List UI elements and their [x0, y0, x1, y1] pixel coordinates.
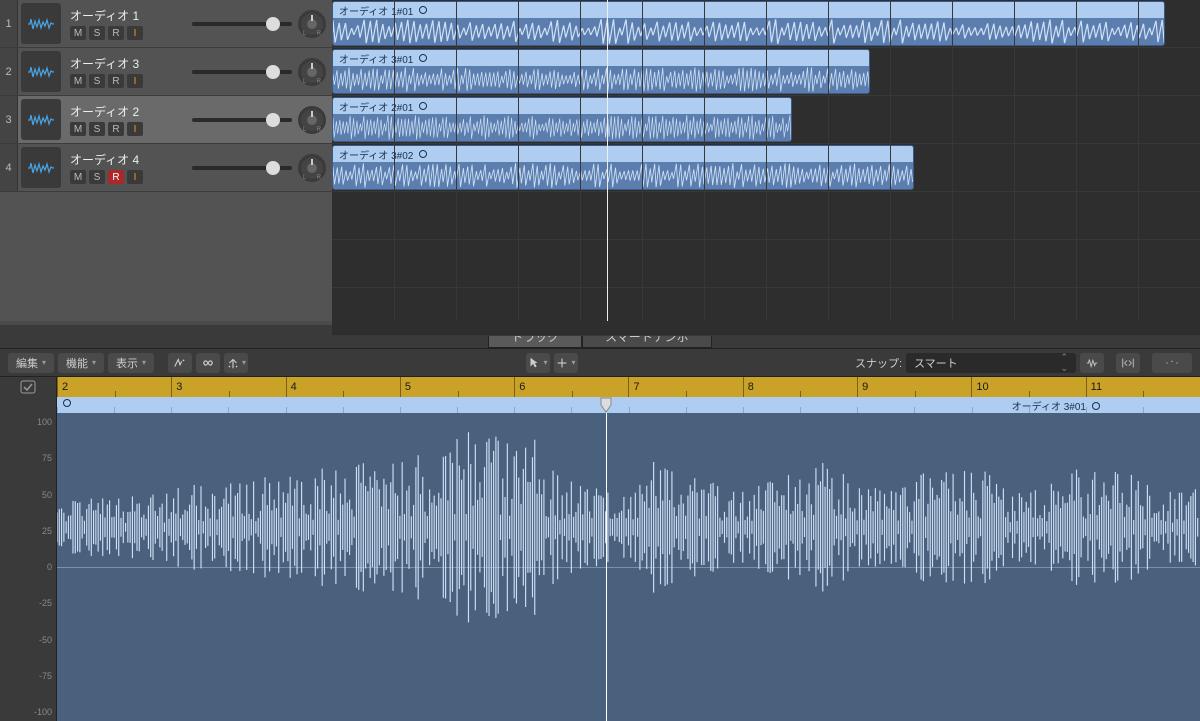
ruler-bar[interactable]: 3: [171, 377, 285, 397]
region-name-label: オーディオ 3#01: [339, 51, 413, 66]
ruler-bar[interactable]: 2: [57, 377, 171, 397]
playhead-marker-icon[interactable]: [600, 397, 612, 413]
waveform-display[interactable]: [57, 413, 1200, 721]
region-name-label: オーディオ 2#01: [339, 99, 413, 114]
input-monitor-button[interactable]: I: [127, 74, 143, 88]
mute-button[interactable]: M: [70, 74, 86, 88]
ruler-bar[interactable]: 9: [857, 377, 971, 397]
solo-button[interactable]: S: [89, 170, 105, 184]
loop-marker-icon: [1092, 402, 1100, 410]
track-row[interactable]: 3 オーディオ 2 M S R I LR: [0, 96, 332, 144]
menu-edit-label: 編集: [16, 355, 38, 371]
track-number: 1: [0, 0, 18, 47]
track-name-label[interactable]: オーディオ 3: [70, 55, 192, 72]
audio-region[interactable]: オーディオ 3#01: [332, 49, 870, 94]
track-name-label[interactable]: オーディオ 1: [70, 7, 192, 24]
track-name-label[interactable]: オーディオ 4: [70, 151, 192, 168]
region-area[interactable]: オーディオ 1#01 オーディオ 3#01 オーディオ 2#01 オーディオ 3…: [332, 0, 1200, 321]
playhead[interactable]: [606, 413, 607, 721]
tool-waveform-zoom-icon[interactable]: [1080, 353, 1104, 373]
input-monitor-button[interactable]: I: [127, 26, 143, 40]
menu-view-label: 表示: [116, 355, 138, 371]
audio-editor: トラック スマートテンポ 編集▾ 機能▾ 表示▾ ▾ ▾ ▾ スナップ: スマー…: [0, 325, 1200, 721]
record-arm-button[interactable]: R: [108, 74, 124, 88]
track-name-label[interactable]: オーディオ 2: [70, 103, 192, 120]
solo-button[interactable]: S: [89, 74, 105, 88]
ruler-bar[interactable]: 7: [628, 377, 742, 397]
snap-label: スナップ:: [855, 355, 902, 371]
track-number: 2: [0, 48, 18, 95]
tool-zoom-fit-h-icon[interactable]: [1116, 353, 1140, 373]
ruler-bar[interactable]: 10: [971, 377, 1085, 397]
record-arm-button[interactable]: R: [108, 26, 124, 40]
playhead[interactable]: [607, 0, 608, 321]
menu-function-label: 機能: [66, 355, 88, 371]
track-row[interactable]: 4 オーディオ 4 M S R I LR: [0, 144, 332, 192]
track-type-icon[interactable]: [21, 147, 61, 188]
tool-zoom-h-icon[interactable]: [1152, 353, 1192, 373]
amplitude-scale: 1007550250-25-50-75-100: [0, 413, 57, 721]
pan-knob[interactable]: LR: [298, 10, 326, 38]
volume-slider[interactable]: [192, 166, 292, 170]
pan-knob[interactable]: LR: [298, 58, 326, 86]
mute-button[interactable]: M: [70, 170, 86, 184]
tool-marker-icon[interactable]: ▾: [224, 353, 248, 373]
ruler-bar[interactable]: 6: [514, 377, 628, 397]
pan-knob[interactable]: LR: [298, 106, 326, 134]
volume-slider[interactable]: [192, 22, 292, 26]
solo-button[interactable]: S: [89, 26, 105, 40]
arrange-area: 1 オーディオ 1 M S R I LR 2 オーディオ 3 M S R I: [0, 0, 1200, 325]
tool-pointer-icon[interactable]: ▾: [526, 353, 550, 373]
tool-flex-icon[interactable]: [196, 353, 220, 373]
snap-value: スマート: [914, 355, 958, 371]
ruler-bar[interactable]: 5: [400, 377, 514, 397]
ruler-bar[interactable]: 8: [743, 377, 857, 397]
region-name-label: オーディオ 1#01: [339, 3, 413, 18]
track-number: 3: [0, 96, 18, 143]
record-arm-button[interactable]: R: [108, 122, 124, 136]
menu-view[interactable]: 表示▾: [108, 353, 154, 373]
clip-name-label: オーディオ 3#01: [1012, 398, 1086, 413]
region-name-label: オーディオ 3#02: [339, 147, 413, 162]
track-list: 1 オーディオ 1 M S R I LR 2 オーディオ 3 M S R I: [0, 0, 332, 321]
clip-header[interactable]: オーディオ 3#01: [57, 397, 1200, 413]
track-row[interactable]: 2 オーディオ 3 M S R I LR: [0, 48, 332, 96]
snap-select[interactable]: スマート ⌃⌄: [906, 353, 1076, 373]
input-monitor-button[interactable]: I: [127, 170, 143, 184]
track-type-icon[interactable]: [21, 51, 61, 92]
solo-button[interactable]: S: [89, 122, 105, 136]
ruler-bar[interactable]: 4: [286, 377, 400, 397]
loop-marker-icon: [419, 150, 427, 158]
loop-marker-icon: [419, 54, 427, 62]
menu-function[interactable]: 機能▾: [58, 353, 104, 373]
input-monitor-button[interactable]: I: [127, 122, 143, 136]
ruler[interactable]: 234567891011: [0, 377, 1200, 397]
track-type-icon[interactable]: [21, 99, 61, 140]
volume-slider[interactable]: [192, 118, 292, 122]
tool-catch-icon[interactable]: [168, 353, 192, 373]
record-arm-button[interactable]: R: [108, 170, 124, 184]
tool-marquee-icon[interactable]: ▾: [554, 353, 578, 373]
ruler-menu-icon[interactable]: [0, 377, 57, 397]
pan-knob[interactable]: LR: [298, 154, 326, 182]
volume-slider[interactable]: [192, 70, 292, 74]
ruler-bar[interactable]: 11: [1086, 377, 1200, 397]
loop-marker-icon: [419, 102, 427, 110]
loop-marker-icon: [419, 6, 427, 14]
mute-button[interactable]: M: [70, 122, 86, 136]
audio-region[interactable]: オーディオ 2#01: [332, 97, 792, 142]
mute-button[interactable]: M: [70, 26, 86, 40]
editor-toolbar: 編集▾ 機能▾ 表示▾ ▾ ▾ ▾ スナップ: スマート ⌃⌄: [0, 349, 1200, 377]
audio-region[interactable]: オーディオ 3#02: [332, 145, 914, 190]
track-row[interactable]: 1 オーディオ 1 M S R I LR: [0, 0, 332, 48]
menu-edit[interactable]: 編集▾: [8, 353, 54, 373]
track-type-icon[interactable]: [21, 3, 61, 44]
track-number: 4: [0, 144, 18, 191]
